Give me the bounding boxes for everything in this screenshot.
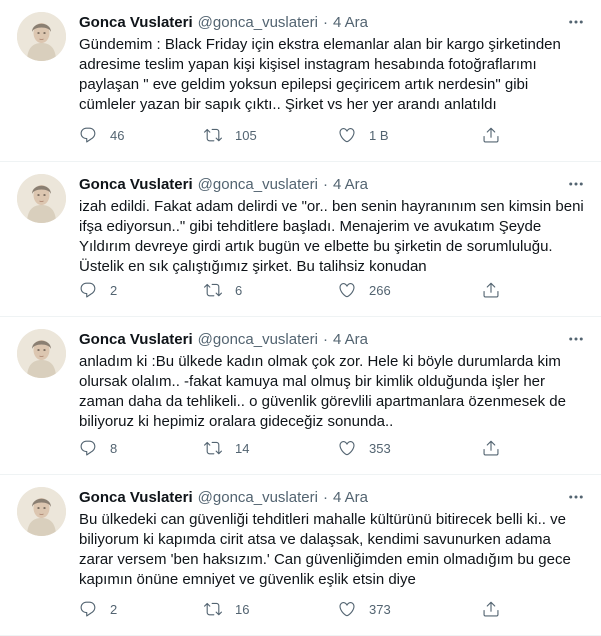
retweet-button[interactable]: 6 bbox=[204, 281, 242, 299]
tweet-text: Gündemim : Black Friday için ekstra elem… bbox=[79, 36, 561, 113]
more-icon bbox=[569, 182, 583, 186]
tweet-time[interactable]: 4 Ara bbox=[333, 489, 368, 506]
timeline: Gonca Vuslateri @gonca_vuslateri · 4 Ara… bbox=[0, 0, 601, 636]
more-icon bbox=[569, 495, 583, 499]
tweet-actions: 2 16 373 bbox=[79, 599, 499, 619]
more-icon bbox=[569, 337, 583, 341]
avatar[interactable] bbox=[17, 12, 66, 61]
more-button[interactable] bbox=[565, 12, 587, 32]
like-button[interactable]: 266 bbox=[338, 281, 391, 299]
retweet-count: 6 bbox=[235, 282, 243, 298]
tweet-time[interactable]: 4 Ara bbox=[333, 14, 368, 31]
like-count: 353 bbox=[369, 440, 391, 456]
share-icon bbox=[483, 282, 499, 298]
separator-dot: · bbox=[322, 13, 328, 31]
reply-icon bbox=[80, 282, 96, 298]
reply-button[interactable]: 46 bbox=[79, 126, 124, 144]
author-handle[interactable]: @gonca_vuslateri bbox=[198, 176, 318, 193]
retweet-icon bbox=[204, 283, 222, 297]
like-icon bbox=[339, 441, 355, 456]
tweet-actions: 46 105 1 B bbox=[79, 125, 499, 145]
retweet-count: 16 bbox=[235, 601, 250, 617]
more-icon bbox=[569, 20, 583, 24]
tweet[interactable]: Gonca Vuslateri @gonca_vuslateri · 4 Ara… bbox=[0, 162, 601, 317]
reply-button[interactable]: 8 bbox=[79, 439, 117, 457]
tweet-text: anladım ki :Bu ülkede kadın olmak çok zo… bbox=[79, 353, 566, 430]
retweet-icon bbox=[204, 441, 222, 455]
separator-dot: · bbox=[322, 175, 328, 193]
share-button[interactable] bbox=[482, 439, 500, 457]
retweet-button[interactable]: 16 bbox=[204, 600, 249, 618]
more-button[interactable] bbox=[565, 329, 587, 349]
like-count: 1 B bbox=[369, 127, 389, 143]
share-button[interactable] bbox=[482, 600, 500, 618]
tweet-time[interactable]: 4 Ara bbox=[333, 331, 368, 348]
share-icon bbox=[483, 127, 499, 143]
avatar[interactable] bbox=[17, 174, 66, 223]
reply-icon bbox=[80, 601, 96, 617]
more-button[interactable] bbox=[565, 487, 587, 507]
reply-icon bbox=[80, 127, 96, 143]
like-count: 266 bbox=[369, 282, 391, 298]
author-name[interactable]: Gonca Vuslateri bbox=[79, 14, 193, 31]
tweet[interactable]: Gonca Vuslateri @gonca_vuslateri · 4 Ara… bbox=[0, 317, 601, 475]
author-name[interactable]: Gonca Vuslateri bbox=[79, 176, 193, 193]
more-button[interactable] bbox=[565, 174, 587, 194]
author-name[interactable]: Gonca Vuslateri bbox=[79, 489, 193, 506]
retweet-icon bbox=[204, 602, 222, 616]
tweet-actions: 8 14 353 bbox=[79, 438, 499, 458]
like-button[interactable]: 1 B bbox=[338, 126, 389, 144]
separator-dot: · bbox=[322, 330, 328, 348]
tweet-time[interactable]: 4 Ara bbox=[333, 176, 368, 193]
tweet-actions: 2 6 266 bbox=[79, 280, 499, 300]
reply-button[interactable]: 2 bbox=[79, 281, 117, 299]
reply-icon bbox=[80, 440, 96, 456]
retweet-icon bbox=[204, 128, 222, 142]
reply-count: 46 bbox=[110, 127, 125, 143]
like-icon bbox=[339, 602, 355, 617]
share-icon bbox=[483, 440, 499, 456]
share-button[interactable] bbox=[482, 126, 500, 144]
author-handle[interactable]: @gonca_vuslateri bbox=[198, 331, 318, 348]
like-button[interactable]: 373 bbox=[338, 600, 391, 618]
avatar[interactable] bbox=[17, 487, 66, 536]
share-icon bbox=[483, 601, 499, 617]
author-name[interactable]: Gonca Vuslateri bbox=[79, 331, 193, 348]
tweet[interactable]: Gonca Vuslateri @gonca_vuslateri · 4 Ara… bbox=[0, 0, 601, 162]
reply-button[interactable]: 2 bbox=[79, 600, 117, 618]
retweet-button[interactable]: 14 bbox=[204, 439, 249, 457]
like-count: 373 bbox=[369, 601, 391, 617]
like-icon bbox=[339, 128, 355, 143]
author-handle[interactable]: @gonca_vuslateri bbox=[198, 14, 318, 31]
share-button[interactable] bbox=[482, 281, 500, 299]
reply-count: 8 bbox=[110, 440, 118, 456]
reply-count: 2 bbox=[110, 601, 118, 617]
avatar[interactable] bbox=[17, 329, 66, 378]
retweet-count: 14 bbox=[235, 440, 250, 456]
author-handle[interactable]: @gonca_vuslateri bbox=[198, 489, 318, 506]
retweet-button[interactable]: 105 bbox=[204, 126, 257, 144]
tweet[interactable]: Gonca Vuslateri @gonca_vuslateri · 4 Ara… bbox=[0, 475, 601, 636]
tweet-text: Bu ülkedeki can güvenliği tehditleri mah… bbox=[79, 511, 571, 588]
retweet-count: 105 bbox=[235, 127, 257, 143]
like-button[interactable]: 353 bbox=[338, 439, 391, 457]
like-icon bbox=[339, 283, 355, 298]
reply-count: 2 bbox=[110, 282, 118, 298]
tweet-text: izah edildi. Fakat adam delirdi ve "or..… bbox=[79, 198, 584, 275]
separator-dot: · bbox=[322, 488, 328, 506]
